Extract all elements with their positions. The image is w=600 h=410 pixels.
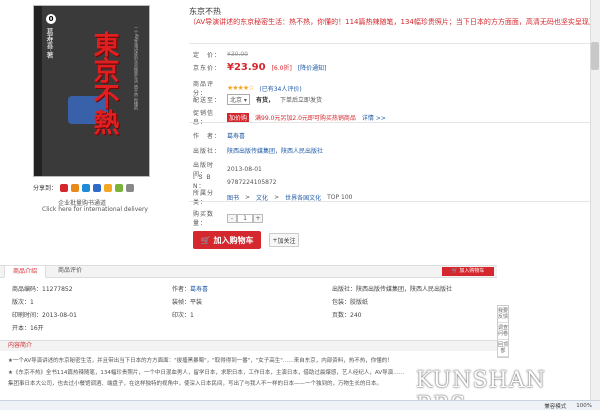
list-price-row: 定 价： ¥30.00	[193, 50, 248, 59]
feedback-button[interactable]: 我要反馈	[498, 306, 508, 323]
ship-note: 下单后立即发货	[279, 97, 322, 104]
publisher-link[interactable]: 陕西出版传媒集团，陕西人民出版社	[227, 146, 323, 155]
follow-button[interactable]: + 加关注	[269, 233, 299, 247]
author-link[interactable]: 葛寿喜	[227, 131, 245, 140]
author-label: 作 者：	[193, 133, 222, 140]
publisher-label: 出版社：	[193, 148, 222, 155]
category-label: 所属分类：	[193, 190, 215, 206]
book-cover-image[interactable]: 0 葛寿喜·著 東京不熱 一个AV导演讲述的东京秘密生活 热不热 你懂的	[33, 5, 150, 177]
cover-spine	[34, 6, 42, 176]
renren-share-icon[interactable]	[93, 183, 102, 192]
intro-line: ★一个AV导演讲述的东京秘密生活，并且带出当下日本的方方面面："拔搐黑暴蜀"，"…	[8, 358, 393, 364]
back-to-top-button[interactable]: 回顶部	[498, 340, 508, 357]
author-row: 作 者： 葛寿喜	[193, 131, 245, 140]
compat-mode-label[interactable]: 兼容模式	[544, 402, 566, 410]
browser-status-bar: 兼容模式 100%	[0, 400, 600, 410]
category-rank: TOP 100	[327, 193, 353, 201]
shipping-row: 配送至： 北京 ▾ 有货， 下单后立即发货	[193, 94, 322, 105]
add-to-cart-button[interactable]: 🛒 加入购物车	[193, 231, 261, 249]
intro-section-title: 内容简介	[0, 340, 497, 351]
international-delivery-link[interactable]: Click here for international delivery	[42, 206, 148, 213]
isbn-value: 9787224105872	[227, 178, 277, 186]
pubdate-value: 2013-08-01	[227, 165, 262, 173]
floating-side-bar: 我要反馈 调查问卷 回顶部	[497, 305, 509, 358]
qty-minus-button[interactable]: -	[227, 213, 237, 223]
product-promo-text: （AV导演讲述的东京秘密生活：热不热，你懂的！114篇热辣随笔，134幅珍贵照片…	[189, 18, 596, 26]
ship-label: 配送至：	[193, 97, 222, 104]
survey-button[interactable]: 调查问卷	[498, 323, 508, 340]
price-label: 京东价：	[193, 65, 222, 72]
publisher-row: 出版社： 陕西出版传媒集团，陕西人民出版社	[193, 146, 323, 155]
share-bar: 分享到：	[33, 183, 135, 192]
qty-label: 购买数量：	[193, 211, 215, 227]
weibo-share-icon[interactable]	[60, 183, 69, 192]
price-row: 京东价： ¥23.90 [6.0折] [降价通知]	[193, 62, 327, 73]
quantity-row: 购买数量： - 1 +	[193, 209, 263, 227]
promotion-row: 促销信息： 加价购 满99.0元另加2.0元即可购买热销商品 详情 >>	[193, 108, 386, 126]
promo-tag: 加价购	[227, 112, 250, 122]
cover-author: 葛寿喜·著	[46, 28, 54, 59]
scrollbar-thumb[interactable]	[591, 42, 599, 70]
cover-number: 0	[46, 14, 56, 24]
divider	[189, 43, 594, 44]
sale-price: ¥23.90	[227, 62, 266, 73]
category-sep: >	[274, 193, 280, 201]
promo-text: 满99.0元另加2.0元即可购买热销商品	[255, 114, 356, 122]
douban-share-icon[interactable]	[115, 183, 124, 192]
share-label: 分享到：	[33, 185, 58, 192]
tab-product-intro[interactable]: 商品介绍	[4, 265, 47, 278]
qty-plus-button[interactable]: +	[253, 213, 263, 223]
kaixin-share-icon[interactable]	[104, 183, 113, 192]
cover-small-text: 一个AV导演讲述的东京秘密生活 热不热 你懂的	[134, 26, 139, 110]
stock-status: 有货，	[255, 97, 274, 104]
divider	[189, 122, 594, 123]
rating-count-link[interactable]: (已有34人评价)	[259, 84, 301, 93]
promo-label: 促销信息：	[193, 110, 215, 126]
cart-icon: 🛒	[200, 235, 211, 245]
qty-input[interactable]: 1	[237, 213, 253, 223]
list-price: ¥30.00	[227, 51, 248, 58]
category-row: 所属分类： 图书 > 文化 > 世界各国文化 TOP 100	[193, 188, 352, 206]
region-select[interactable]: 北京 ▾	[227, 94, 250, 105]
rating-stars-icon: ★★★★☆	[227, 84, 254, 92]
divider	[189, 201, 594, 202]
discount-badge: [6.0折]	[271, 65, 292, 72]
tab-product-reviews[interactable]: 商品评价	[50, 265, 90, 278]
price-notice-link[interactable]: [降价通知]	[298, 63, 327, 72]
promo-detail-link[interactable]: 详情 >>	[362, 113, 386, 122]
zoom-level[interactable]: 100%	[576, 403, 592, 409]
category-sep: >	[245, 193, 251, 201]
product-title: 东京不热	[189, 7, 221, 16]
cover-title: 東京不熱	[89, 31, 119, 135]
email-share-icon[interactable]	[126, 183, 135, 192]
list-price-label: 定 价：	[193, 52, 222, 59]
tab-add-cart-button[interactable]: 🛒 加入购物车	[442, 267, 494, 276]
qzone-share-icon[interactable]	[71, 183, 80, 192]
qq-share-icon[interactable]	[82, 183, 91, 192]
